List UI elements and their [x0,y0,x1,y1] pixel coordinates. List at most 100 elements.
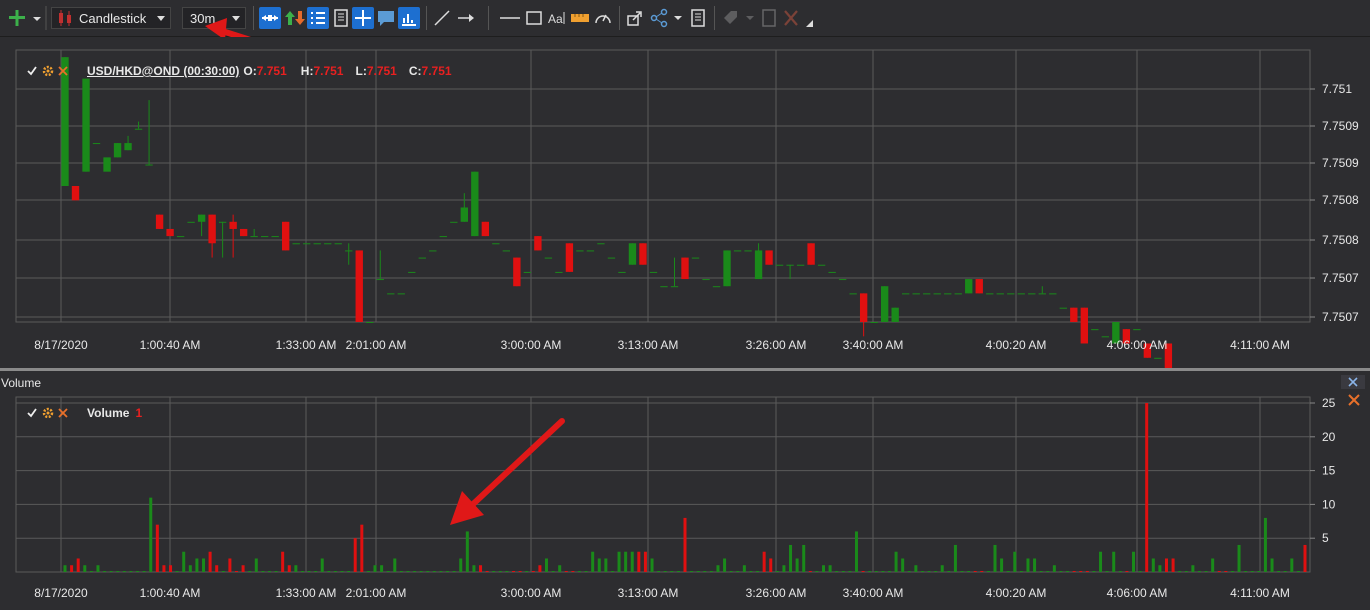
candle-body [765,250,773,265]
candle [523,271,532,273]
export-button[interactable] [624,7,646,29]
candle-body [534,236,542,251]
volume-bar [1204,570,1208,572]
volume-bar [1270,558,1274,572]
volume-bar [591,551,595,572]
candle [838,279,847,281]
volume-bar [406,570,410,572]
candle-body [471,171,479,237]
list-button[interactable] [307,7,329,29]
line-tool-button[interactable] [431,7,453,29]
volume-bar [736,570,740,572]
candle-body [902,293,910,295]
document-button[interactable] [330,7,352,29]
volume-bar [762,551,766,572]
candle-body [523,271,532,273]
candle [1059,307,1067,309]
volume-bar [709,570,713,572]
candle [450,221,458,223]
volume-bar [1066,570,1070,572]
sort-button[interactable] [284,7,306,29]
candle-body [271,236,279,238]
overflow-icon[interactable] [805,19,815,29]
toolbar: Candlestick 30m Aa [0,0,1370,47]
volume-bar [993,544,997,572]
volume-bar [116,570,120,572]
volume-bar [1072,570,1076,572]
volume-bar [1151,558,1155,572]
chart-type-select[interactable]: Candlestick [51,7,171,29]
price-chart[interactable]: 7.751 7.7509 7.7509 7.7508 7.7508 7.7507 7.750… [0,37,1370,408]
chart-settings-button[interactable] [398,7,420,29]
comment-button[interactable] [375,7,397,29]
volume-bar [1059,570,1063,572]
candle [628,243,637,265]
candle-body [1028,293,1036,295]
checkbox-icon[interactable] [26,407,38,419]
close-pane-icon[interactable] [1347,393,1361,407]
close-icon[interactable] [57,407,69,419]
gear-icon[interactable] [41,64,55,78]
candle-body [145,164,153,166]
y-tick-label: 20 [1322,430,1336,444]
open-value: 7.751 [256,64,287,78]
volume-chart-pane[interactable]: 25 20 15 10 5 8/17/2020 1:00:40 AM 1:33:00 AM 2… [0,371,1370,605]
volume-bar [538,565,542,572]
volume-bar [373,565,377,572]
x-tick-label: 4:11:00 AM [1230,586,1290,600]
candle-body [439,236,447,238]
gauge-button[interactable] [592,7,614,29]
y-tick-label: 15 [1322,464,1336,478]
report-button[interactable] [687,7,709,29]
volume-chart[interactable]: 25 20 15 10 5 8/17/2020 1:00:40 AM 1:33:00 AM 2… [0,371,1370,605]
volume-bar [584,570,588,572]
volume-bar [868,570,872,572]
candle [965,279,973,294]
candle [702,279,710,281]
horizontal-line-button[interactable] [498,7,522,29]
ruler-button[interactable] [569,7,591,29]
gear-icon[interactable] [41,406,55,420]
candle-body [912,293,920,295]
candle-body [324,243,332,245]
volume-bar [637,551,641,572]
checkbox-icon[interactable] [26,65,38,77]
candle [1049,293,1057,295]
clear-icon [784,10,798,26]
volume-bar [934,570,938,572]
x-tick-label: 1:33:00 AM [276,586,337,600]
pin-icon[interactable] [1341,375,1365,389]
candle [744,250,752,252]
y-tick-label: 7.7508 [1322,233,1359,247]
close-icon[interactable] [57,65,69,77]
candle-body [303,243,311,245]
candle [492,243,500,245]
volume-bar [1164,558,1168,572]
candle-body [397,293,405,295]
price-chart-pane[interactable]: 7.751 7.7509 7.7509 7.7508 7.7508 7.7507 7.750… [0,37,1370,408]
volume-bar [716,565,720,572]
rectangle-button[interactable] [524,7,544,29]
arrow-tool-button[interactable] [455,7,477,29]
candle [155,214,164,229]
candle [260,236,269,238]
volume-bar [630,551,634,572]
add-icon[interactable] [9,10,41,26]
candle-body [134,128,143,130]
volume-bar [696,570,700,572]
candle-body [176,236,185,238]
candle [103,157,111,172]
volume-bar [1178,570,1182,572]
share-icon [650,8,682,28]
volume-bar [360,524,364,572]
crosshair-button[interactable] [352,7,374,29]
volume-bar [413,570,417,572]
candle [92,143,101,145]
candle-body [502,250,511,252]
text-tool-button[interactable]: Aa [546,7,568,29]
candle-body [702,279,710,281]
candle [954,293,962,295]
share-button[interactable] [648,7,684,29]
volume-bar [195,558,199,572]
symbol-label[interactable]: USD/HKD@OND (00:30:00) [87,64,239,78]
